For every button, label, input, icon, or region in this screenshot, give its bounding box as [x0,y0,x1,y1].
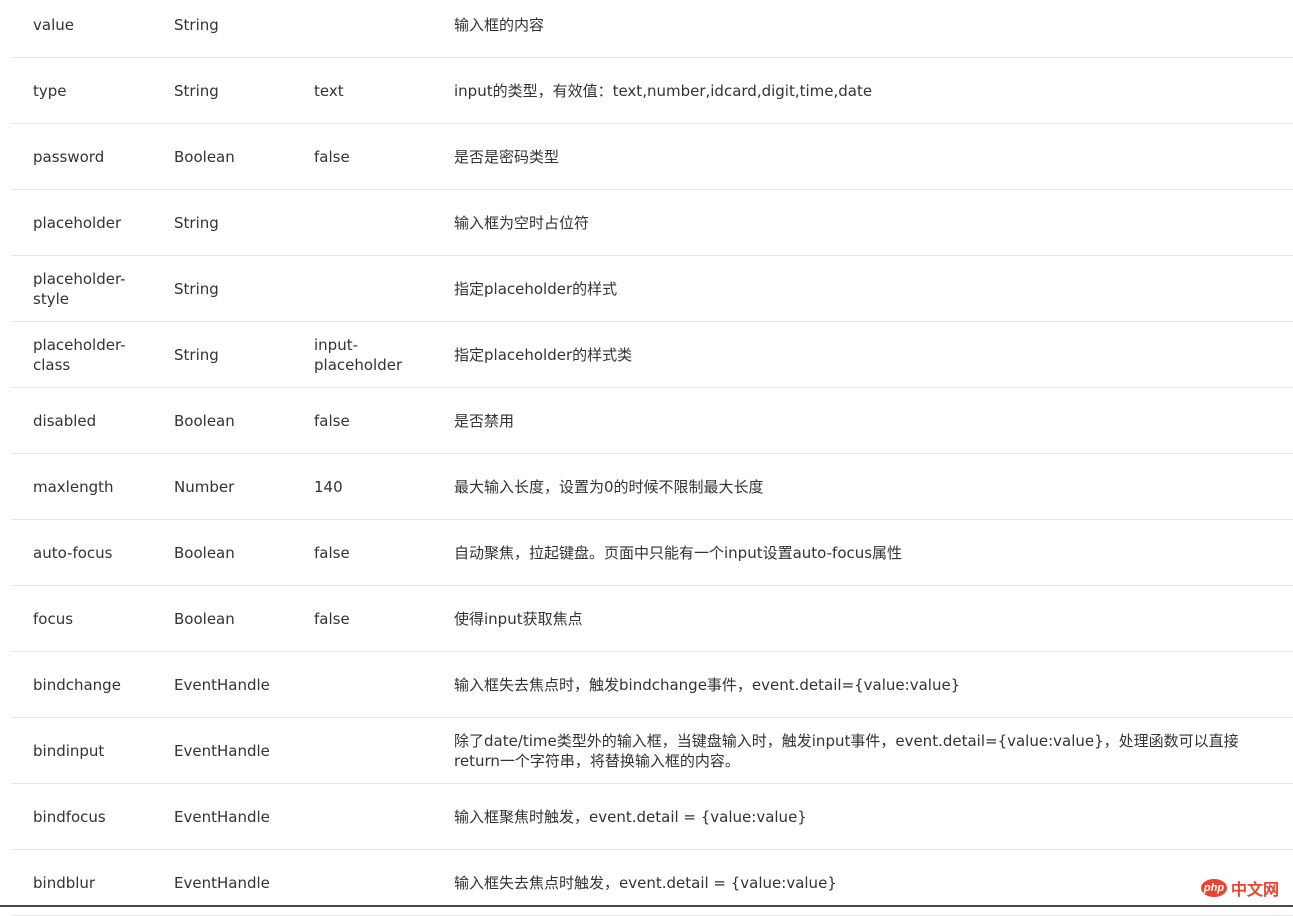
attr-name: placeholder- class [33,335,126,374]
attr-default [314,718,434,783]
attr-description: 输入框失去焦点时，触发bindchange事件，event.detail={va… [454,675,961,694]
table-row: bindfocus EventHandle 输入框聚焦时触发，event.det… [11,784,1293,850]
attr-type: EventHandle [174,807,270,826]
php-cn-watermark: php 中文网 [1201,876,1279,900]
table-row: maxlength Number 140 最大输入长度，设置为0的时候不限制最大… [11,454,1293,520]
attr-type: EventHandle [174,675,270,694]
attr-description: 输入框为空时占位符 [454,213,590,232]
attr-default [314,652,434,717]
attr-description: 指定placeholder的样式 [454,279,618,298]
table-row: auto-focus Boolean false 自动聚焦，拉起键盘。页面中只能… [11,520,1293,586]
attr-default [314,190,434,255]
attr-default [314,256,434,321]
attr-default: false [314,543,350,562]
attr-default: false [314,147,350,166]
attr-default: text [314,81,344,100]
attr-type: Boolean [174,411,235,430]
attr-type: Boolean [174,609,235,628]
attributes-table: value String 输入框的内容 type String text inp… [11,0,1293,916]
attr-type: String [174,345,219,364]
attr-default: input- placeholder [314,335,403,374]
attr-name: maxlength [33,477,114,496]
attr-type: String [174,279,219,298]
attr-default: false [314,411,350,430]
attr-default: 140 [314,477,343,496]
php-logo-icon: php [1201,879,1227,897]
attr-description: input的类型，有效值：text,number,idcard,digit,ti… [454,81,873,100]
attr-name: auto-focus [33,543,113,562]
attr-type: String [174,81,219,100]
attr-type: Boolean [174,147,235,166]
attr-description: 最大输入长度，设置为0的时候不限制最大长度 [454,477,764,496]
table-row: type String text input的类型，有效值：text,numbe… [11,58,1293,124]
table-row: placeholder- class String input- placeho… [11,322,1293,388]
table-row: password Boolean false 是否是密码类型 [11,124,1293,190]
attr-name: bindinput [33,741,105,760]
attr-name: focus [33,609,74,628]
table-row: placeholder- style String 指定placeholder的… [11,256,1293,322]
table-row: placeholder String 输入框为空时占位符 [11,190,1293,256]
attr-description: 指定placeholder的样式类 [454,345,633,364]
attr-name: bindchange [33,675,121,694]
attr-default [314,0,434,57]
attr-description: 是否禁用 [454,411,515,430]
attr-description: 输入框聚焦时触发，event.detail = {value:value} [454,807,807,826]
attr-default [314,784,434,849]
attr-name: placeholder- style [33,269,126,308]
table-row: bindinput EventHandle 除了date/time类型外的输入框… [11,718,1293,784]
attr-description: 除了date/time类型外的输入框，当键盘输入时，触发input事件，even… [454,731,1239,770]
attr-default: false [314,609,350,628]
attr-name: bindfocus [33,807,106,826]
bottom-divider [0,905,1293,907]
table-row: focus Boolean false 使得input获取焦点 [11,586,1293,652]
attr-description: 是否是密码类型 [454,147,560,166]
watermark-site-text: 中文网 [1231,880,1280,899]
table-row: disabled Boolean false 是否禁用 [11,388,1293,454]
attr-description: 使得input获取焦点 [454,609,583,628]
attr-type: Number [174,477,235,496]
attr-name: disabled [33,411,97,430]
attr-name: placeholder [33,213,122,232]
attr-type: EventHandle [174,741,270,760]
attr-name: value [33,15,74,34]
attr-type: String [174,15,219,34]
attr-description: 自动聚焦，拉起键盘。页面中只能有一个input设置auto-focus属性 [454,543,903,562]
attr-type: Boolean [174,543,235,562]
attr-type: String [174,213,219,232]
attr-name: type [33,81,67,100]
table-row: value String 输入框的内容 [11,0,1293,58]
attr-name: password [33,147,105,166]
attr-description: 输入框的内容 [454,15,545,34]
table-row: bindchange EventHandle 输入框失去焦点时，触发bindch… [11,652,1293,718]
